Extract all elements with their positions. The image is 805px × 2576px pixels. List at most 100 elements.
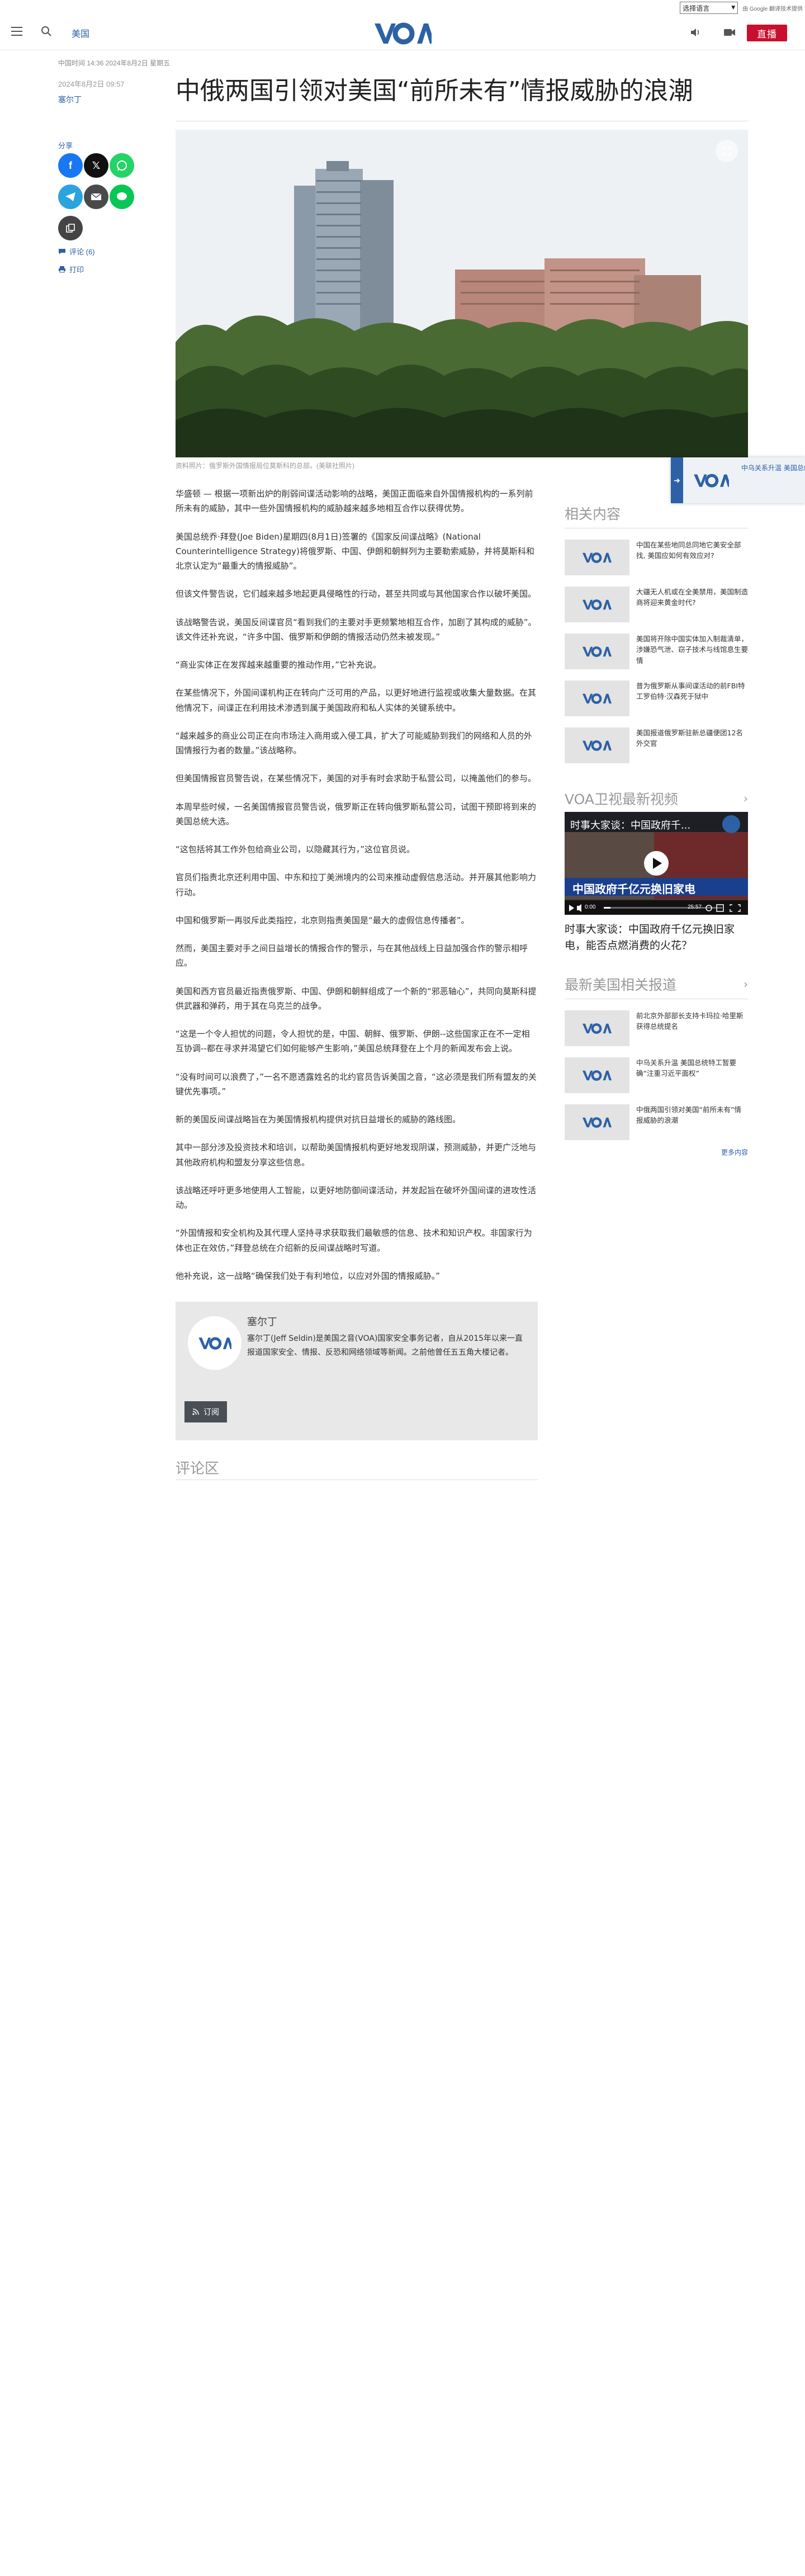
thumbnail [565,1104,629,1140]
article-paragraph: 然而，美国主要对手之间日益增长的情报合作的警示，与在其他战线上日益加强合作的警示… [176,943,528,968]
avatar [188,1316,242,1370]
whatsapp-share-icon[interactable] [110,153,134,178]
article-paragraph: 该战略警告说，美国反间谍官员“看到我们的主要对手更频繁地相互合作，加剧了其构成的… [176,617,537,642]
hero-image [176,130,748,457]
section-link[interactable]: 美国 [72,26,89,40]
related-item[interactable]: 普为俄罗斯从事间谍活动的前FBI特工罗伯特·汉森死于狱中 [565,680,748,716]
promo-logo [683,457,739,503]
language-select[interactable]: 选择语言 ▼ [680,2,738,14]
article-paragraph: 华盛顿 — 根据一项新出炉的削弱间谍活动影响的战略，美国正面临来自外国情报机构的… [176,489,533,514]
rss-icon [192,1408,199,1415]
video-section: VOA卫视最新视频 › [565,788,748,814]
video-camera-icon[interactable] [723,28,736,37]
subscribe-button[interactable]: 订阅 [184,1401,227,1422]
latest-heading-label: 最新美国相关报道 [565,977,677,993]
headline: 美国报道俄罗斯驻新总疆便团12名外交官 [636,729,743,748]
headline: 美国将开除中国实体加入制裁清单，涉嫌恐气泄、窃子技术与线馆息生要情 [636,635,749,665]
comments-link[interactable]: 评论 (6) [58,246,95,257]
thumbnail [565,727,629,763]
latest-heading[interactable]: 最新美国相关报道 › [565,974,748,994]
video-title[interactable]: 时事大家谈：中国政府千亿元换旧家电，能否点燃消费的火花？ [565,921,748,953]
voa-logo[interactable] [373,21,432,45]
voa-logo-icon [582,740,612,751]
latest-item[interactable]: 前北京外部部长支持卡玛拉·哈里斯获得总统提名 [565,1010,748,1046]
article-paragraph: “没有时间可以浪费了，”一名不愿透露姓名的北约官员告诉美国之音，“这必须是我们所… [176,1071,537,1096]
video-duration: 25:57 [688,904,702,910]
voa-logo-icon [582,552,612,563]
article-paragraph: “商业实体正在发挥越来越重要的推动作用，”它补充说。 [176,660,382,670]
print-link-label: 打印 [69,266,84,274]
email-share-icon[interactable] [84,185,108,209]
subscribe-label: 订阅 [203,1407,219,1416]
related-item[interactable]: 美国将开除中国实体加入制裁清单，涉嫌恐气泄、窃子技术与线馆息生要情 [565,634,748,669]
article-paragraph: 他补充说，这一战略“确保我们处于有利地位，以应对外国的情报威胁。” [176,1270,441,1281]
print-link[interactable]: 打印 [58,264,84,275]
video-section-heading[interactable]: VOA卫视最新视频 › [565,788,748,809]
comments-link-label: 评论 (6) [69,248,95,256]
thumbnail [565,1057,629,1093]
language-select-label: 选择语言 [683,4,710,12]
headline: 中俄两国引领对美国“前所未有”情报威胁的浪潮 [636,1105,741,1125]
floating-promo[interactable]: ➜ 中乌关系升温 美国总统特工暂要确“注重习近平面权” [671,457,805,503]
article-paragraph: 在某些情况下，外国间谍机构正在转向广泛可用的产品，以更好地进行监视或收集大量数据… [176,688,537,713]
related-item[interactable]: 大疆无人机或在全美禁用，美国制造商将迎来黄金时代? [565,587,748,622]
headline: 中国在某些地同总同地它美安全部找, 美国应如何有效应对? [636,541,741,560]
x-share-icon[interactable]: 𝕏 [84,153,108,178]
article-paragraph: “这是一个令人担忧的问题，令人担忧的是，中国、朝鲜、俄罗斯、伊朗--这些国家正在… [176,1029,530,1054]
chevron-right-icon: › [744,977,748,991]
voa-logo-icon [582,1070,612,1081]
article-paragraph: 中国和俄罗斯一再驳斥此类指控，北京则指责美国是“最大的虚假信息传播者”。 [176,915,470,925]
facebook-share-icon[interactable]: f [58,153,83,178]
share-buttons: f 𝕏 [58,153,148,240]
voa-logo-icon [582,693,612,704]
voa-logo-icon [198,1337,231,1350]
video-player[interactable]: 时事大家谈：中国政府千... 中国政府千亿元换旧家电 0:00 25:57 [565,812,748,915]
line-share-icon[interactable] [110,185,134,209]
share-label: 分享 [58,141,73,150]
page-title: 中俄两国引领对美国“前所未有”情报威胁的浪潮 [176,77,693,105]
video-overlay-title: 时事大家谈：中国政府千... [570,820,691,831]
related-heading-label: 相关内容 [565,506,621,522]
headline: 普为俄罗斯从事间谍活动的前FBI特工罗伯特·汉森死于狱中 [636,682,745,701]
article-paragraph: “外国情报和安全机构及其代理人坚持寻求获取我们最敏感的信息、技术和知识产权。非国… [176,1228,532,1253]
headline: 大疆无人机或在全美禁用，美国制造商将迎来黄金时代? [636,588,749,607]
headline: 中乌关系升温 美国总统特工暂要确“注重习近平面权” [636,1058,736,1078]
latest-us-reports: 最新美国相关报道 › 前北京外部部长支持卡玛拉·哈里斯获得总统提名 中乌关系升温 … [565,974,748,1140]
audio-icon[interactable] [690,27,701,38]
site-header: 美国 直播 [0,16,805,50]
voa-logo-icon [582,1023,612,1034]
menu-icon[interactable] [11,27,22,36]
copy-link-icon[interactable] [58,216,83,240]
article-paragraph: “这包括将其工作外包给商业公司，以隐藏其行为，”这位官员说。 [176,844,415,854]
latest-item[interactable]: 中乌关系升温 美国总统特工暂要确“注重习近平面权” [565,1057,748,1093]
article-author-link[interactable]: 塞尔丁 [58,94,82,105]
related-item[interactable]: 中国在某些地同总同地它美安全部找, 美国应如何有效应对? [565,540,748,575]
latest-item[interactable]: 中俄两国引领对美国“前所未有”情报威胁的浪潮 [565,1104,748,1140]
related-item[interactable]: 美国报道俄罗斯驻新总疆便团12名外交官 [565,727,748,763]
video-banner: 中国政府千亿元换旧家电 [572,882,695,896]
thumbnail [565,587,629,622]
article-paragraph: 美国总统乔·拜登(Joe Biden)星期四(8月1日)签署的《国家反间谍战略》… [176,531,534,571]
headline: 前北京外部部长支持卡玛拉·哈里斯获得总统提名 [636,1012,744,1031]
more-content-link[interactable]: 更多内容 [565,1147,748,1157]
promo-text: 中乌关系升温 美国总统特工暂要确“注重习近平面权” [741,464,805,472]
author-box: 塞尔丁 塞尔丁(Jeff Seldin)是美国之音(VOA)国家安全事务记者，自… [176,1302,538,1440]
article-paragraph: “越来越多的商业公司正在向市场注入商用或入侵工具，扩大了可能威胁到我们的网络和人… [176,730,532,755]
article-paragraph: 其中一部分涉及投资技术和培训，以帮助美国情报机构更好地发现阴谋，预测威胁，并更广… [176,1142,537,1168]
print-icon [59,266,65,273]
article-paragraph: 美国和西方官员最近指责俄罗斯、中国、伊朗和朝鲜组成了一个新的“邪恶轴心”，共同向… [176,986,537,1011]
article-paragraph: 该战略还呼吁更多地使用人工智能，以更好地防御间谍活动，并发起旨在破坏外国间谍的进… [176,1185,537,1210]
article-paragraph: 但美国情报官员警告说，在某些情况下，美国的对手有时会求助于私营公司，以掩盖他们的… [176,773,537,784]
live-button[interactable]: 直播 [747,25,787,41]
related-heading: 相关内容 [565,503,748,523]
telegram-share-icon[interactable] [58,185,83,209]
voa-logo-icon [694,474,729,488]
arrow-right-icon[interactable]: ➜ [671,457,683,503]
moscow-building-photo [176,130,748,457]
thumbnail [565,1010,629,1046]
search-icon[interactable] [40,25,53,37]
chevron-down-icon: ▼ [731,5,736,11]
thumbnail [565,540,629,575]
author-name[interactable]: 塞尔丁 [247,1314,277,1329]
expand-icon[interactable] [716,140,738,162]
